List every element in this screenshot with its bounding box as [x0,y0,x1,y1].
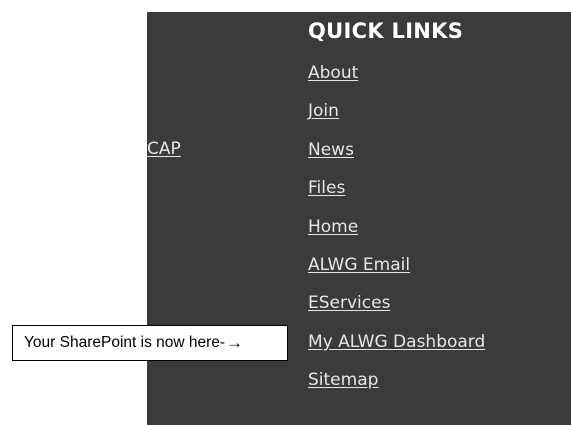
my-alwg-dashboard-link[interactable]: My ALWG Dashboard [308,332,485,352]
list-item: Files [308,177,485,215]
cap-link[interactable]: CAP [147,139,181,159]
list-item: Sitemap [308,369,485,407]
quick-links-title: QUICK LINKS [308,19,464,43]
quick-links-list: About Join News Files Home ALWG Email ES… [308,62,485,408]
list-item: About [308,62,485,100]
page: CAP QUICK LINKS About Join News Files Ho… [0,0,571,425]
files-link[interactable]: Files [308,178,345,198]
list-item: Join [308,100,485,138]
list-item: Home [308,216,485,254]
about-link[interactable]: About [308,63,358,83]
eservices-link[interactable]: EServices [308,293,390,313]
list-item: My ALWG Dashboard [308,331,485,369]
sharepoint-callout: Your SharePoint is now here- → [12,325,288,361]
list-item: News [308,139,485,177]
sitemap-link[interactable]: Sitemap [308,370,378,390]
join-link[interactable]: Join [308,101,339,121]
list-item: EServices [308,292,485,330]
news-link[interactable]: News [308,140,354,160]
list-item: ALWG Email [308,254,485,292]
alwg-email-link[interactable]: ALWG Email [308,255,410,275]
home-link[interactable]: Home [308,217,358,237]
arrow-right-icon: → [226,333,244,352]
callout-text: Your SharePoint is now here- [24,334,226,351]
